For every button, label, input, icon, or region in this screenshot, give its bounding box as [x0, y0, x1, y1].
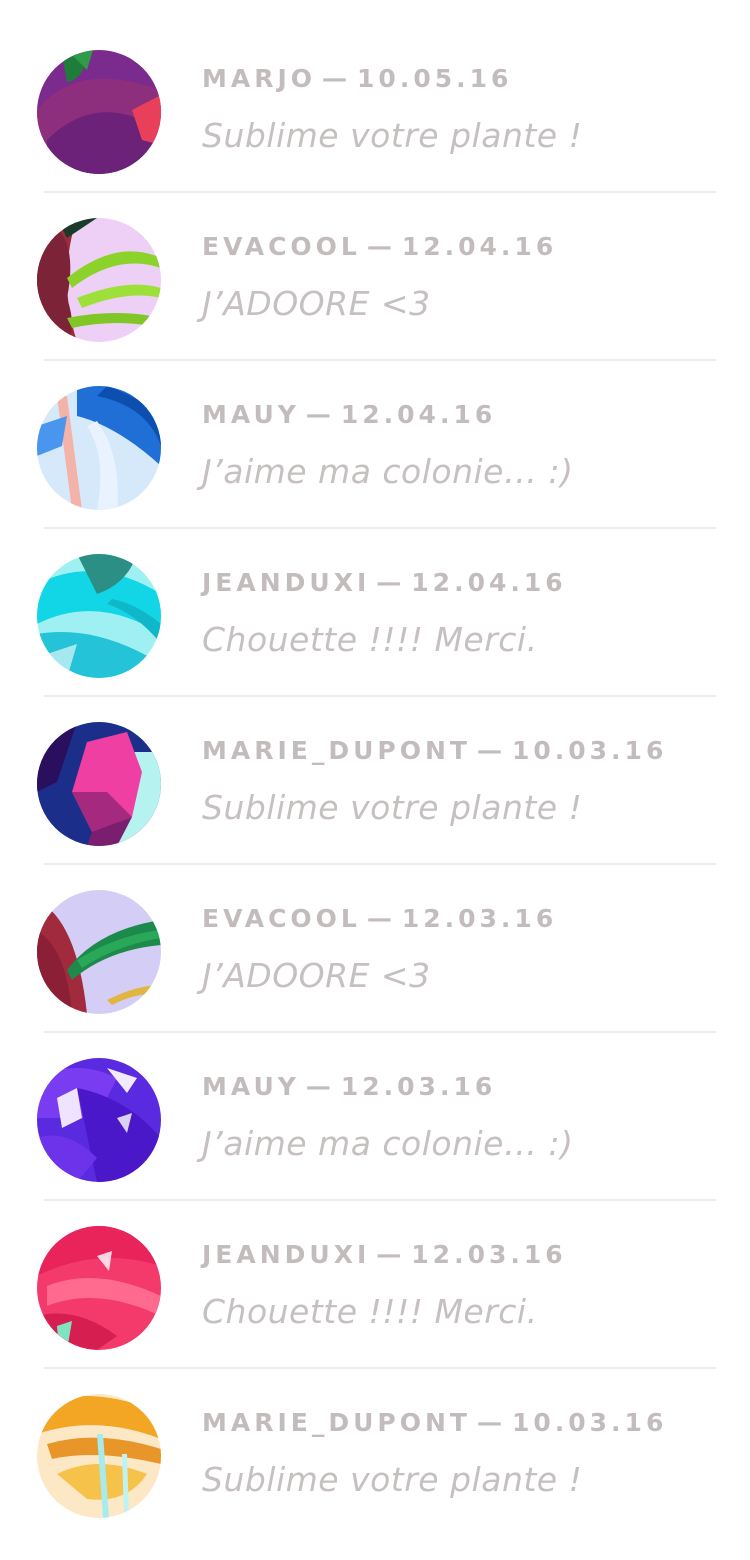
meta-separator: — — [366, 904, 396, 933]
divider — [44, 863, 716, 865]
plant-avatar-image — [37, 1394, 161, 1518]
plant-avatar-image — [37, 890, 161, 1014]
comment-meta: EVACOOL —12.04.16 — [202, 232, 557, 261]
comment-date: 12.03.16 — [340, 1072, 497, 1101]
plant-avatar-image — [37, 218, 161, 342]
comment-meta: MARIE_DUPONT —10.03.16 — [202, 1408, 667, 1437]
comment-message: J’ADOORE <3 — [202, 956, 431, 995]
comment-meta: MARJO —10.05.16 — [202, 64, 512, 93]
comment-item[interactable]: JEANDUXI —12.03.16 Chouette !!!! Merci. — [0, 1204, 750, 1372]
comment-date: 12.04.16 — [401, 232, 558, 261]
comment-username[interactable]: MARJO — [202, 64, 316, 93]
comment-meta: JEANDUXI —12.03.16 — [202, 1240, 567, 1269]
divider — [44, 1199, 716, 1201]
avatar[interactable] — [37, 218, 161, 342]
plant-avatar-image — [37, 722, 161, 846]
plant-avatar-image — [37, 1226, 161, 1350]
comment-message: Sublime votre plante ! — [202, 788, 583, 827]
comment-meta: JEANDUXI —12.04.16 — [202, 568, 567, 597]
comment-date: 12.04.16 — [411, 568, 567, 597]
comment-username[interactable]: EVACOOL — [202, 904, 361, 933]
comment-meta: MAUY —12.03.16 — [202, 1072, 496, 1101]
comment-meta: MAUY —12.04.16 — [202, 400, 496, 429]
comment-item[interactable]: MAUY —12.03.16 J’aime ma colonie… :) — [0, 1036, 750, 1204]
divider — [44, 359, 716, 361]
avatar[interactable] — [37, 386, 161, 510]
avatar[interactable] — [37, 1394, 161, 1518]
comment-date: 12.03.16 — [411, 1240, 567, 1269]
comment-item[interactable]: MARJO —10.05.16 Sublime votre plante ! — [0, 28, 750, 196]
avatar[interactable] — [37, 1058, 161, 1182]
comment-message: J’ADOORE <3 — [202, 284, 431, 323]
meta-separator: — — [305, 400, 335, 429]
comment-list: MARJO —10.05.16 Sublime votre plante ! EV… — [0, 28, 750, 1540]
meta-separator: — — [322, 64, 352, 93]
avatar[interactable] — [37, 554, 161, 678]
comment-meta: MARIE_DUPONT —10.03.16 — [202, 736, 667, 765]
comment-message: J’aime ma colonie… :) — [202, 452, 574, 491]
avatar[interactable] — [37, 1226, 161, 1350]
comment-item[interactable]: MARIE_DUPONT —10.03.16 Sublime votre plan… — [0, 1372, 750, 1540]
comment-message: Chouette !!!! Merci. — [202, 1292, 538, 1331]
comment-username[interactable]: EVACOOL — [202, 232, 361, 261]
meta-separator: — — [376, 1240, 406, 1269]
comment-date: 10.03.16 — [511, 1408, 668, 1437]
divider — [44, 191, 716, 193]
comment-item[interactable]: MAUY —12.04.16 J’aime ma colonie… :) — [0, 364, 750, 532]
plant-avatar-image — [37, 1058, 161, 1182]
divider — [44, 527, 716, 529]
avatar[interactable] — [37, 890, 161, 1014]
comment-item[interactable]: MARIE_DUPONT —10.03.16 Sublime votre plan… — [0, 700, 750, 868]
comment-message: J’aime ma colonie… :) — [202, 1124, 574, 1163]
meta-separator: — — [305, 1072, 335, 1101]
comment-item[interactable]: EVACOOL —12.04.16 J’ADOORE <3 — [0, 196, 750, 364]
avatar[interactable] — [37, 722, 161, 846]
comment-item[interactable]: EVACOOL —12.03.16 J’ADOORE <3 — [0, 868, 750, 1036]
comment-username[interactable]: MAUY — [202, 1072, 300, 1101]
meta-separator: — — [376, 568, 406, 597]
divider — [44, 695, 716, 697]
plant-avatar-image — [37, 50, 161, 174]
comment-date: 12.03.16 — [401, 904, 558, 933]
comment-username[interactable]: MARIE_DUPONT — [202, 1408, 471, 1437]
comment-message: Chouette !!!! Merci. — [202, 620, 538, 659]
avatar[interactable] — [37, 50, 161, 174]
comment-username[interactable]: MAUY — [202, 400, 300, 429]
meta-separator: — — [476, 1408, 506, 1437]
comment-message: Sublime votre plante ! — [202, 1460, 583, 1499]
comment-meta: EVACOOL —12.03.16 — [202, 904, 557, 933]
comment-date: 10.03.16 — [511, 736, 668, 765]
divider — [44, 1367, 716, 1369]
comment-item[interactable]: JEANDUXI —12.04.16 Chouette !!!! Merci. — [0, 532, 750, 700]
meta-separator: — — [476, 736, 506, 765]
plant-avatar-image — [37, 554, 161, 678]
meta-separator: — — [366, 232, 396, 261]
comment-username[interactable]: JEANDUXI — [202, 568, 370, 597]
comment-username[interactable]: JEANDUXI — [202, 1240, 370, 1269]
comment-date: 10.05.16 — [357, 64, 513, 93]
comment-message: Sublime votre plante ! — [202, 116, 583, 155]
divider — [44, 1031, 716, 1033]
comment-username[interactable]: MARIE_DUPONT — [202, 736, 471, 765]
comment-date: 12.04.16 — [340, 400, 497, 429]
plant-avatar-image — [37, 386, 161, 510]
